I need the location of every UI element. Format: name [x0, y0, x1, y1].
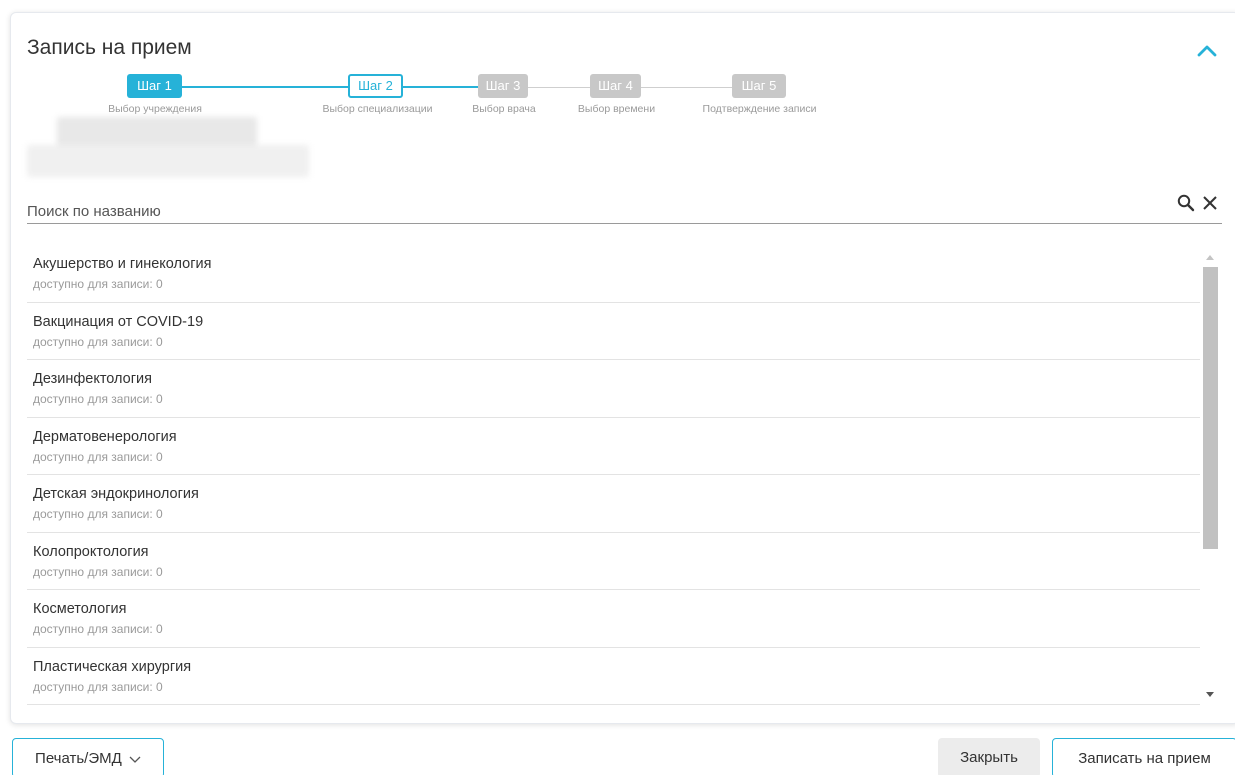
item-name: Колопроктология [33, 543, 149, 560]
step-3: Шаг 3 [478, 74, 528, 98]
step-1[interactable]: Шаг 1 [127, 74, 182, 98]
item-name: Дезинфектология [33, 371, 152, 387]
item-availability: доступно для записи: 0 [33, 507, 163, 521]
list-item[interactable]: Детская эндокринология доступно для запи… [27, 475, 1200, 533]
list-item[interactable]: Акушерство и гинекология доступно для за… [27, 245, 1200, 303]
item-name: Акушерство и гинекология [33, 256, 212, 272]
item-availability: доступно для записи: 0 [33, 334, 163, 349]
step-5-caption: Подтверждение записи [702, 103, 817, 115]
item-name: Дерматовенерология [33, 428, 177, 445]
print-emd-button[interactable]: Печать/ЭМД [12, 738, 164, 775]
selected-institution-address [27, 145, 309, 177]
step-3-caption: Выбор врача [472, 103, 536, 115]
search-icon[interactable] [1176, 193, 1196, 213]
close-button[interactable]: Закрыть [938, 738, 1040, 775]
item-availability: доступно для записи: 0 [33, 679, 163, 694]
specialization-list: Акушерство и гинекология доступно для за… [27, 245, 1200, 705]
step-5: Шаг 5 [732, 74, 786, 98]
step-1-caption: Выбор учреждения [108, 103, 202, 115]
step-4: Шаг 4 [590, 74, 641, 98]
step-connector [182, 86, 349, 88]
list-item[interactable]: Дерматовенерология доступно для записи: … [27, 418, 1200, 475]
list-item[interactable]: Дезинфектология доступно для записи: 0 [27, 360, 1200, 418]
item-availability: доступно для записи: 0 [33, 392, 163, 406]
step-4-caption: Выбор времени [577, 103, 656, 115]
scroll-down-icon[interactable] [1206, 692, 1214, 697]
step-connector [528, 87, 590, 88]
list-item[interactable]: Колопроктология доступно для записи: 0 [27, 533, 1200, 590]
step-connector [402, 86, 479, 88]
list-item[interactable]: Пластическая хирургия доступно для запис… [27, 648, 1200, 705]
submit-appointment-button[interactable]: Записать на прием [1052, 738, 1235, 775]
item-availability: доступно для записи: 0 [33, 277, 163, 291]
scroll-thumb[interactable] [1203, 267, 1218, 549]
list-item[interactable]: Вакцинация от COVID-19 доступно для запи… [27, 303, 1200, 360]
step-connector [641, 87, 733, 88]
item-name: Вакцинация от COVID-19 [33, 313, 204, 330]
list-item[interactable]: Косметология доступно для записи: 0 [27, 590, 1200, 648]
item-name: Детская эндокринология [33, 486, 199, 502]
list-scrollbar[interactable] [1202, 245, 1219, 705]
chevron-down-icon [129, 756, 141, 763]
step-2-caption: Выбор специализации [322, 103, 433, 115]
scroll-up-icon[interactable] [1206, 255, 1214, 260]
stepper: Шаг 1 Шаг 2 Шаг 3 Шаг 4 Шаг 5 Выбор учре… [0, 0, 1235, 130]
step-2[interactable]: Шаг 2 [348, 74, 403, 98]
item-availability: доступно для записи: 0 [33, 622, 163, 636]
search-field [27, 190, 1222, 224]
search-input[interactable] [27, 200, 1157, 222]
item-availability: доступно для записи: 0 [33, 449, 163, 464]
item-availability: доступно для записи: 0 [33, 564, 163, 579]
item-name: Косметология [33, 601, 127, 617]
item-name: Пластическая хирургия [33, 658, 192, 675]
print-emd-label: Печать/ЭМД [35, 750, 122, 767]
close-icon[interactable] [1200, 193, 1220, 213]
